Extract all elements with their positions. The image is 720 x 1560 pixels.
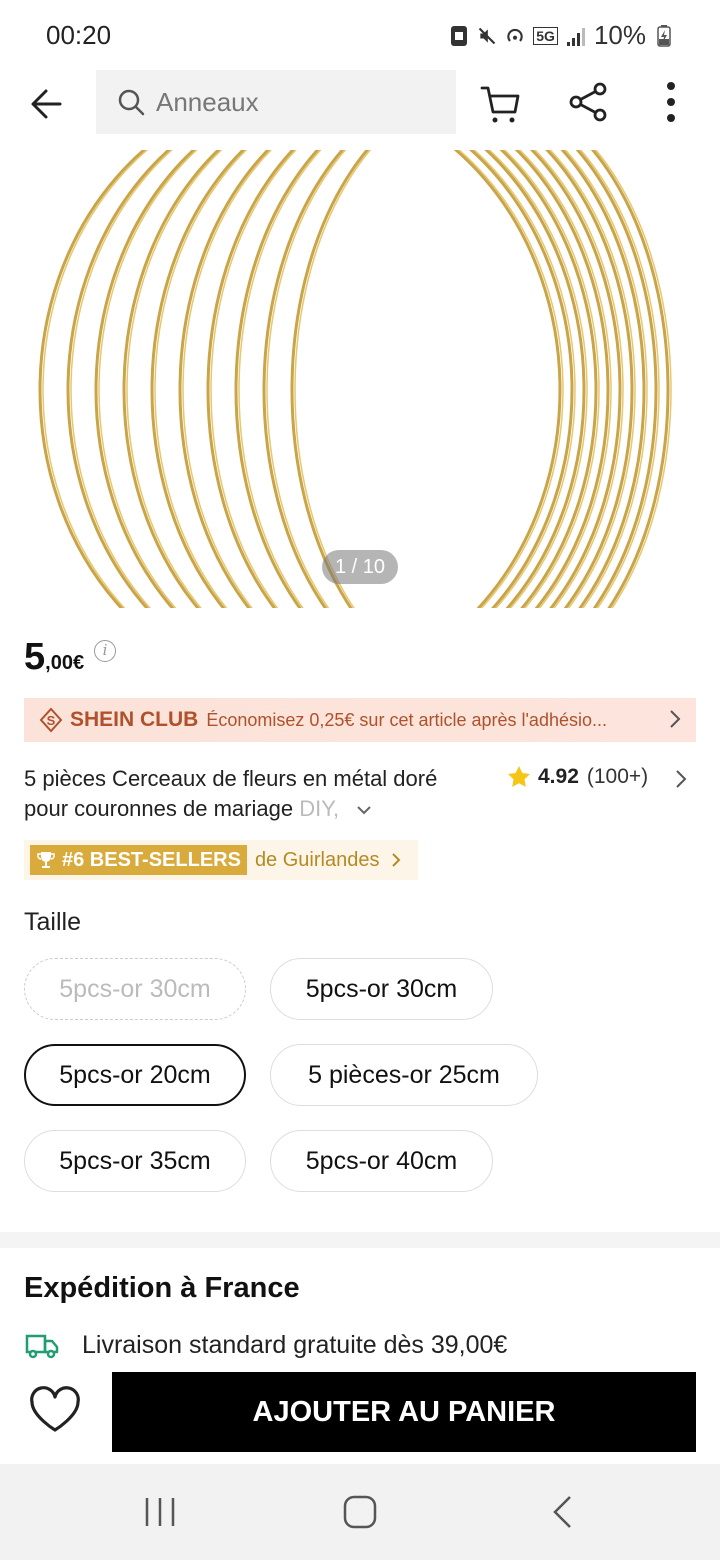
info-icon[interactable]: i (94, 640, 117, 662)
bestseller-badge-text: #6 BEST-SELLERS (62, 848, 241, 871)
chevron-right-icon (670, 710, 681, 728)
price-decimal: ,00€ (45, 652, 85, 674)
hotspot-icon (507, 28, 523, 42)
size-option-1[interactable]: 5pcs-or 30cm (24, 958, 246, 1020)
size-option-6[interactable]: 5pcs-or 40cm (270, 1130, 493, 1192)
shipping-title: Expédition à France (24, 1272, 300, 1304)
search-icon (118, 89, 145, 116)
product-image-gallery[interactable]: 1 / 10 (0, 150, 720, 608)
price: 5 ,00€ i (24, 636, 117, 679)
bestseller-category: de Guirlandes (254, 848, 380, 871)
more-vertical-icon[interactable] (656, 80, 686, 124)
heart-icon[interactable] (28, 1386, 82, 1436)
battery-percent: 10% (593, 20, 646, 50)
size-option-2[interactable]: 5pcs-or 30cm (270, 958, 493, 1020)
add-to-cart-button[interactable]: AJOUTER AU PANIER (112, 1372, 696, 1452)
star-icon (508, 766, 530, 787)
battery-charging-icon (657, 24, 671, 47)
section-divider (0, 1232, 720, 1248)
size-label: Taille (24, 908, 81, 936)
bestseller-banner[interactable]: #6 BEST-SELLERS de Guirlandes (24, 840, 418, 880)
rating-count: (100+) (586, 765, 649, 788)
trophy-icon (37, 852, 55, 868)
mute-icon (479, 27, 496, 44)
nav-back-icon[interactable] (550, 1494, 574, 1530)
cart-icon[interactable] (478, 82, 522, 126)
svg-text:S: S (47, 713, 56, 728)
status-icons: 5G 10% (449, 20, 674, 51)
search-placeholder: Anneaux (156, 86, 259, 117)
gold-ring (70, 150, 576, 608)
club-title: SHEIN CLUB (70, 708, 199, 731)
chevron-right-icon (392, 853, 401, 867)
club-text: Économisez 0,25€ sur cet article après l… (206, 709, 607, 730)
shipping-standard[interactable]: Livraison standard gratuite dès 39,00€ (24, 1330, 507, 1360)
back-arrow-icon[interactable] (26, 82, 70, 126)
bestseller-badge: #6 BEST-SELLERS (30, 845, 247, 875)
chevron-down-icon[interactable] (355, 803, 373, 817)
image-counter: 1 / 10 (322, 550, 398, 584)
signal-icon (566, 27, 585, 46)
recents-icon[interactable] (142, 1496, 178, 1528)
status-time: 00:20 (46, 20, 112, 50)
rating[interactable]: 4.92 (100+) (506, 764, 648, 790)
status-bar: 00:20 5G 10% (0, 0, 720, 70)
product-title-fade: DIY, (299, 796, 340, 821)
search-input[interactable]: Anneaux (96, 70, 456, 134)
gold-ring (294, 150, 672, 608)
home-icon[interactable] (342, 1494, 378, 1530)
club-logo-icon: S (39, 707, 63, 733)
size-option-3[interactable]: 5pcs-or 20cm (24, 1044, 246, 1106)
truck-icon (25, 1334, 59, 1359)
gold-ring (42, 150, 564, 608)
share-icon[interactable] (566, 80, 610, 124)
rating-score: 4.92 (538, 765, 579, 788)
shein-club-banner[interactable]: S SHEIN CLUB Économisez 0,25€ sur cet ar… (24, 698, 696, 742)
price-integer: 5 (24, 636, 46, 678)
product-title-text: 5 pièces Cerceaux de fleurs en métal dor… (24, 766, 438, 821)
android-nav-bar (0, 1464, 720, 1560)
size-option-4[interactable]: 5 pièces-or 25cm (270, 1044, 538, 1106)
product-title[interactable]: 5 pièces Cerceaux de fleurs en métal dor… (24, 764, 464, 824)
shipping-standard-text: Livraison standard gratuite dès 39,00€ (82, 1330, 508, 1359)
action-bar: AJOUTER AU PANIER (0, 1362, 720, 1464)
product-photo-gold-rings (38, 150, 672, 608)
network-label: 5G (533, 26, 558, 45)
size-option-5[interactable]: 5pcs-or 35cm (24, 1130, 246, 1192)
chevron-right-icon[interactable] (674, 768, 688, 790)
header: Anneaux (0, 70, 720, 150)
sim-icon (451, 25, 468, 46)
